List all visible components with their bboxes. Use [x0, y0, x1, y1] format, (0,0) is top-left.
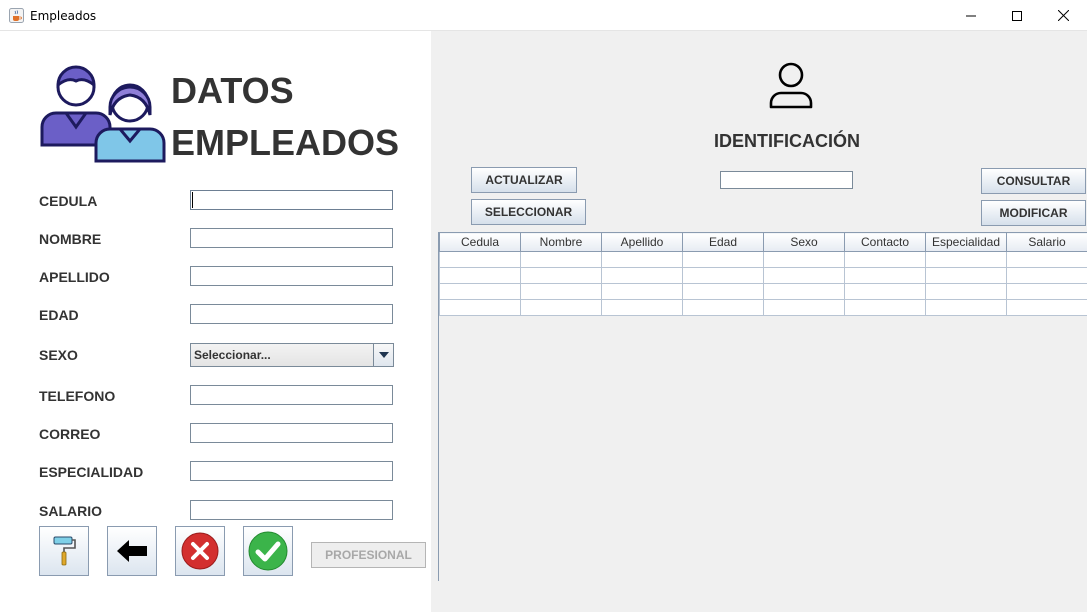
table-cell[interactable]	[1006, 267, 1087, 284]
dropdown-arrow-button[interactable]	[373, 344, 393, 366]
cedula-label: CEDULA	[39, 193, 98, 209]
close-icon	[1057, 10, 1069, 21]
sexo-selected-value: Seleccionar...	[194, 348, 271, 362]
table-cell[interactable]	[844, 251, 926, 268]
table-cell[interactable]	[763, 299, 845, 316]
nombre-input[interactable]	[190, 228, 393, 248]
seleccionar-button[interactable]: SELECCIONAR	[471, 199, 586, 225]
especialidad-input[interactable]	[190, 461, 393, 481]
table-cell[interactable]	[925, 267, 1007, 284]
close-button[interactable]	[1040, 0, 1086, 31]
user-icon	[769, 62, 813, 109]
cedula-input[interactable]	[190, 190, 393, 210]
table-cell[interactable]	[439, 267, 521, 284]
employees-table: Cedula Nombre Apellido Edad Sexo Contact…	[439, 232, 1087, 316]
table-row[interactable]	[439, 283, 1087, 300]
maximize-button[interactable]	[994, 0, 1040, 31]
table-cell[interactable]	[682, 267, 764, 284]
sexo-select[interactable]: Seleccionar...	[190, 343, 394, 367]
apellido-label: APELLIDO	[39, 269, 110, 285]
minimize-icon	[966, 15, 976, 16]
table-cell[interactable]	[1006, 299, 1087, 316]
table-cell[interactable]	[763, 251, 845, 268]
table-cell[interactable]	[763, 267, 845, 284]
table-cell[interactable]	[844, 299, 926, 316]
apellido-input[interactable]	[190, 266, 393, 286]
edad-label: EDAD	[39, 307, 79, 323]
red-x-icon	[181, 532, 219, 570]
table-row[interactable]	[439, 267, 1087, 284]
column-header-especialidad[interactable]: Especialidad	[925, 232, 1007, 252]
table-cell[interactable]	[925, 251, 1007, 268]
salario-input[interactable]	[190, 500, 393, 520]
table-cell[interactable]	[925, 299, 1007, 316]
back-arrow-icon	[117, 540, 147, 562]
table-cell[interactable]	[439, 299, 521, 316]
salario-label: SALARIO	[39, 503, 102, 519]
edad-input[interactable]	[190, 304, 393, 324]
table-cell[interactable]	[844, 283, 926, 300]
table-cell[interactable]	[1006, 283, 1087, 300]
identificacion-input[interactable]	[720, 171, 853, 189]
table-cell[interactable]	[763, 283, 845, 300]
table-cell[interactable]	[520, 251, 602, 268]
correo-label: CORREO	[39, 426, 101, 442]
text-caret	[192, 192, 193, 208]
table-cell[interactable]	[844, 267, 926, 284]
table-cell[interactable]	[682, 251, 764, 268]
column-header-nombre[interactable]: Nombre	[520, 232, 602, 252]
employees-table-container[interactable]: Cedula Nombre Apellido Edad Sexo Contact…	[438, 232, 1087, 581]
table-cell[interactable]	[520, 283, 602, 300]
page-title-line2: EMPLEADOS	[171, 122, 400, 163]
column-header-edad[interactable]: Edad	[682, 232, 764, 252]
window-title: Empleados	[30, 9, 97, 23]
title-bar: Empleados	[0, 0, 1087, 31]
column-header-apellido[interactable]: Apellido	[601, 232, 683, 252]
table-cell[interactable]	[682, 283, 764, 300]
telefono-input[interactable]	[190, 385, 393, 405]
actualizar-button[interactable]: ACTUALIZAR	[471, 167, 577, 193]
column-header-contacto[interactable]: Contacto	[844, 232, 926, 252]
consultar-button[interactable]: CONSULTAR	[981, 168, 1086, 194]
column-header-sexo[interactable]: Sexo	[763, 232, 845, 252]
table-cell[interactable]	[439, 251, 521, 268]
confirm-button[interactable]	[243, 526, 293, 576]
table-cell[interactable]	[601, 283, 683, 300]
telefono-label: TELEFONO	[39, 388, 116, 404]
table-row[interactable]	[439, 251, 1087, 268]
java-cup-icon	[9, 8, 24, 23]
table-cell[interactable]	[439, 283, 521, 300]
identificacion-title: IDENTIFICACIÓN	[714, 131, 860, 151]
table-row[interactable]	[439, 299, 1087, 316]
page-title-line1: DATOS	[171, 70, 294, 111]
employee-form-panel: DATOS EMPLEADOS CEDULA NOMBRE APELLIDO E…	[0, 31, 431, 612]
table-cell[interactable]	[520, 299, 602, 316]
table-cell[interactable]	[601, 251, 683, 268]
table-cell[interactable]	[601, 267, 683, 284]
green-check-icon	[248, 531, 288, 571]
paint-roller-icon	[53, 536, 76, 566]
sexo-label: SEXO	[39, 347, 78, 363]
back-button[interactable]	[107, 526, 157, 576]
column-header-cedula[interactable]: Cedula	[439, 232, 521, 252]
nombre-label: NOMBRE	[39, 231, 102, 247]
profesional-button[interactable]: PROFESIONAL	[311, 542, 426, 568]
employees-group-icon	[40, 65, 166, 163]
table-cell[interactable]	[682, 299, 764, 316]
especialidad-label: ESPECIALIDAD	[39, 464, 144, 480]
clear-form-button[interactable]	[39, 526, 89, 576]
table-cell[interactable]	[1006, 251, 1087, 268]
table-header-row: Cedula Nombre Apellido Edad Sexo Contact…	[439, 232, 1087, 252]
modificar-button[interactable]: MODIFICAR	[981, 200, 1086, 226]
table-cell[interactable]	[601, 299, 683, 316]
table-cell[interactable]	[925, 283, 1007, 300]
cancel-button[interactable]	[175, 526, 225, 576]
maximize-icon	[1012, 10, 1022, 21]
chevron-down-icon	[378, 352, 389, 358]
minimize-button[interactable]	[948, 0, 994, 31]
table-cell[interactable]	[520, 267, 602, 284]
correo-input[interactable]	[190, 423, 393, 443]
column-header-salario[interactable]: Salario	[1006, 232, 1087, 252]
